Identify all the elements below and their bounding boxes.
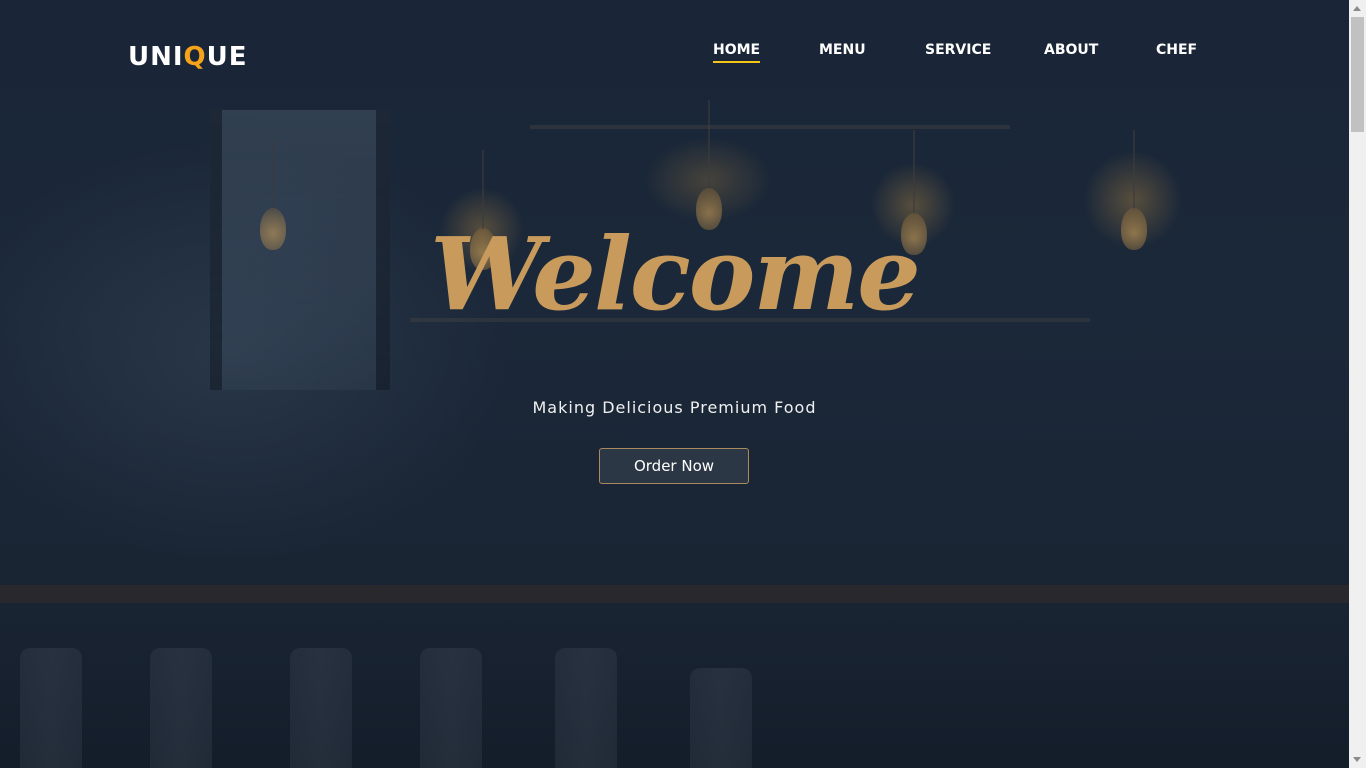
background-jar [150, 648, 212, 768]
site-logo[interactable]: UNIQUE [128, 42, 248, 72]
pendant-lamp [696, 100, 722, 230]
hero-tagline: Making Delicious Premium Food [532, 398, 817, 417]
nav-item-home[interactable]: HOME [713, 42, 761, 63]
background-jar [290, 648, 352, 768]
scroll-up-arrow-icon[interactable] [1353, 6, 1361, 11]
background-jar [20, 648, 82, 768]
logo-text-prefix: UNI [128, 42, 184, 72]
background-jar [690, 668, 752, 768]
nav-item-service[interactable]: SERVICE [925, 42, 991, 58]
hero-background [0, 0, 1349, 768]
pendant-lamp [260, 140, 286, 250]
scrollbar-thumb[interactable] [1351, 17, 1364, 132]
scroll-down-arrow-icon[interactable] [1353, 757, 1361, 762]
pendant-lamp [1121, 130, 1147, 250]
nav-item-about[interactable]: ABOUT [1044, 42, 1098, 58]
hero-title: Welcome [430, 215, 921, 333]
nav-item-chef[interactable]: CHEF [1156, 42, 1197, 58]
order-now-button[interactable]: Order Now [599, 448, 749, 484]
vertical-scrollbar[interactable] [1349, 0, 1366, 768]
logo-text-accent: Q [183, 42, 207, 72]
logo-text-suffix: UE [206, 42, 248, 72]
nav-item-menu[interactable]: MENU [819, 42, 866, 58]
background-jar [555, 648, 617, 768]
background-jar [420, 648, 482, 768]
background-shelf [530, 125, 1010, 129]
background-counter [0, 585, 1349, 603]
pendant-lamp [901, 130, 927, 255]
